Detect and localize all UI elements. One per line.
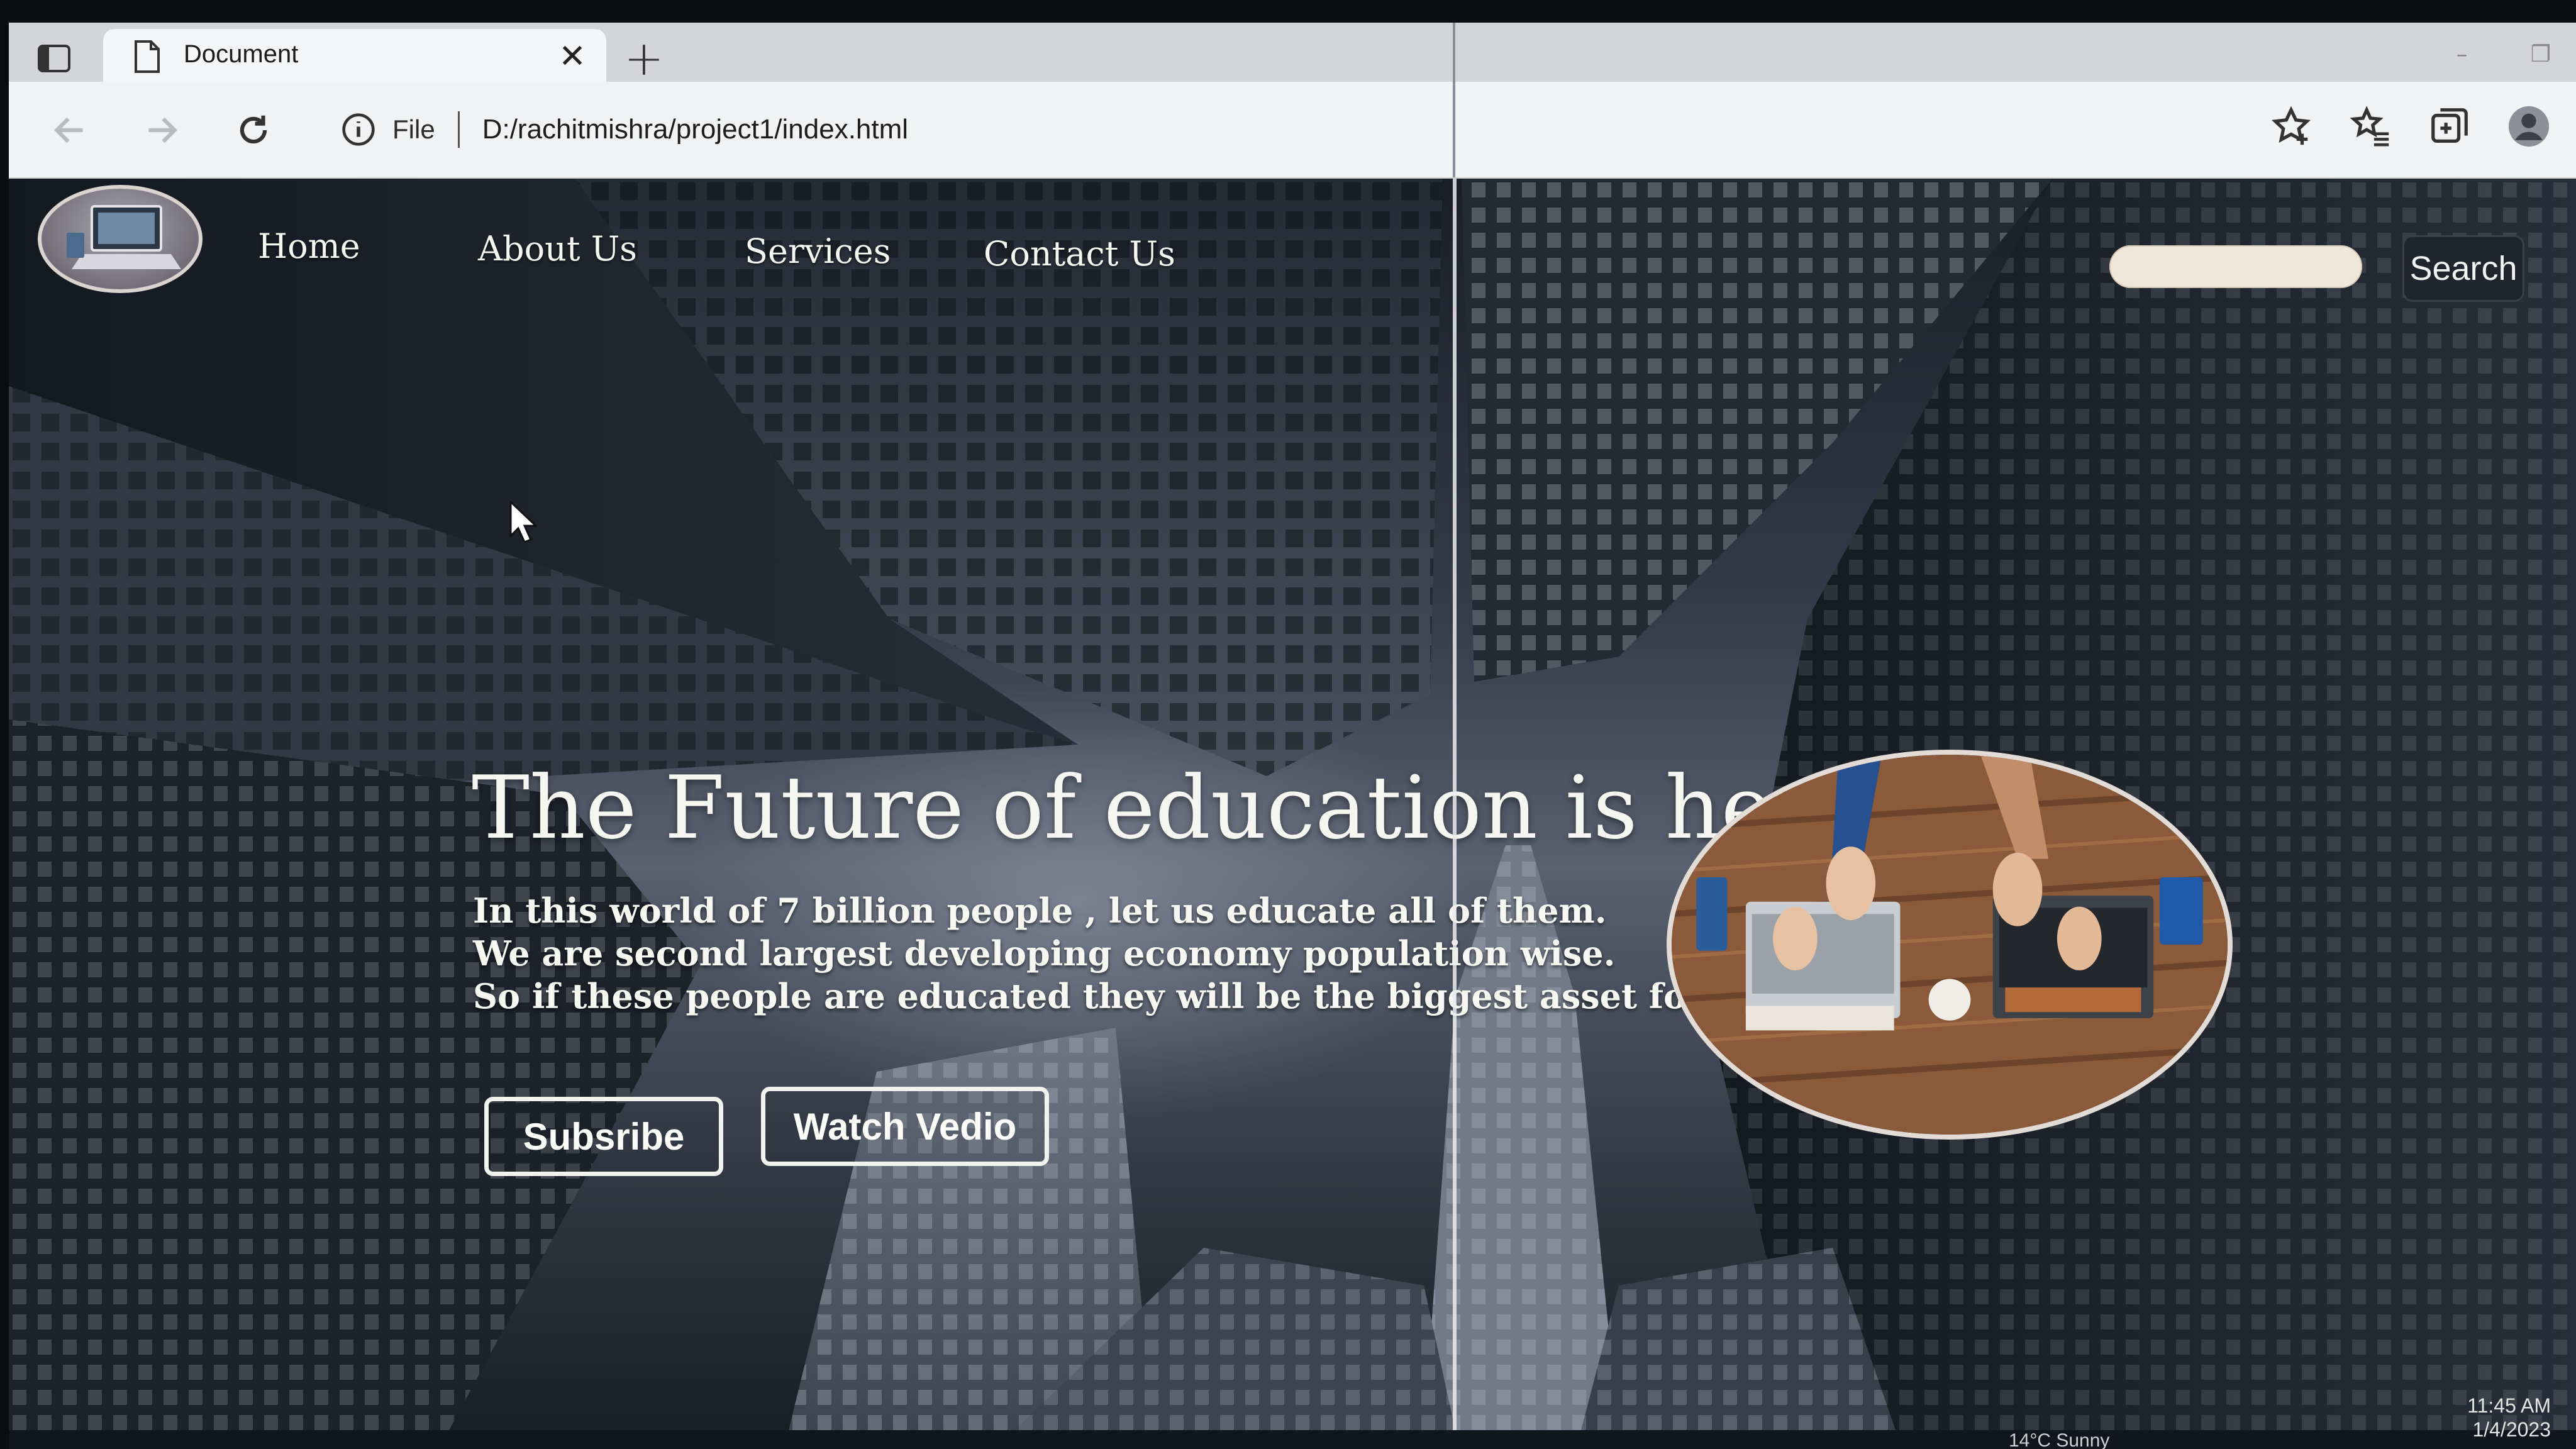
taskbar-clock[interactable]: 11:45 AM 1/4/2023 [2467,1394,2551,1441]
info-icon[interactable] [341,112,376,147]
tab-actions-icon[interactable] [23,38,86,79]
page-icon [135,40,160,73]
hero-image-laptops [1667,750,2233,1140]
tab-document[interactable]: Document ✕ [103,29,606,82]
screen-glare-line [1453,23,1455,177]
back-arrow-icon[interactable] [47,107,93,153]
hero-line-3: So if these people are educated they wil… [473,976,1947,1016]
taskbar-weather[interactable]: 14°C Sunny [2009,1430,2109,1449]
browser-window: Document ✕ + – ❐ File D:/rachitmishra/pr… [9,23,2576,1449]
nav-contact-us[interactable]: Contact Us [984,234,1175,274]
taskbar-time: 11:45 AM [2467,1394,2551,1417]
forward-arrow-icon[interactable] [138,107,185,153]
hero-line-2: We are second largest developing economy… [473,933,1616,974]
page-viewport: Home About Us Services Contact Us Search… [9,179,2576,1430]
address-scheme: File [392,114,435,144]
collections-icon[interactable] [2428,104,2472,148]
minimize-icon[interactable]: – [2457,42,2468,67]
favorites-icon[interactable] [2348,104,2392,148]
address-separator [457,111,460,148]
watch-video-button[interactable]: Watch Vedio [761,1087,1049,1166]
laptop-icon [67,205,181,269]
nav-home[interactable]: Home [258,226,360,266]
hero-title: The Future of education is here. [472,757,1893,858]
hero-description: In this world of 7 billion people , let … [473,889,1947,1018]
search-button[interactable]: Search [2402,235,2524,302]
search-input[interactable] [2109,245,2362,288]
subscribe-button[interactable]: Subsribe [484,1097,723,1176]
browser-toolbar: File D:/rachitmishra/project1/index.html [9,82,2576,179]
nav-services[interactable]: Services [745,231,891,271]
taskbar-date: 1/4/2023 [2472,1418,2551,1441]
address-bar[interactable]: File D:/rachitmishra/project1/index.html [311,98,2235,161]
toolbar-actions [2269,104,2551,148]
hero-line-1: In this world of 7 billion people , let … [473,891,1607,931]
plus-icon[interactable]: + [619,35,669,82]
screen-glare-line [1453,179,1457,1430]
tab-strip: Document ✕ + – ❐ [9,23,2576,82]
site-logo[interactable] [38,185,203,293]
tab-title: Document [184,40,299,68]
profile-icon[interactable] [2507,104,2551,148]
star-plus-icon[interactable] [2269,104,2313,148]
window-controls: – ❐ [2457,42,2551,67]
restore-icon[interactable]: ❐ [2531,42,2551,67]
taskbar [9,1430,2576,1449]
address-url[interactable]: D:/rachitmishra/project1/index.html [482,114,908,145]
refresh-icon[interactable] [230,107,277,153]
close-icon[interactable]: ✕ [555,38,590,75]
nav-about-us[interactable]: About Us [478,229,637,269]
mouse-cursor-icon [509,501,537,543]
